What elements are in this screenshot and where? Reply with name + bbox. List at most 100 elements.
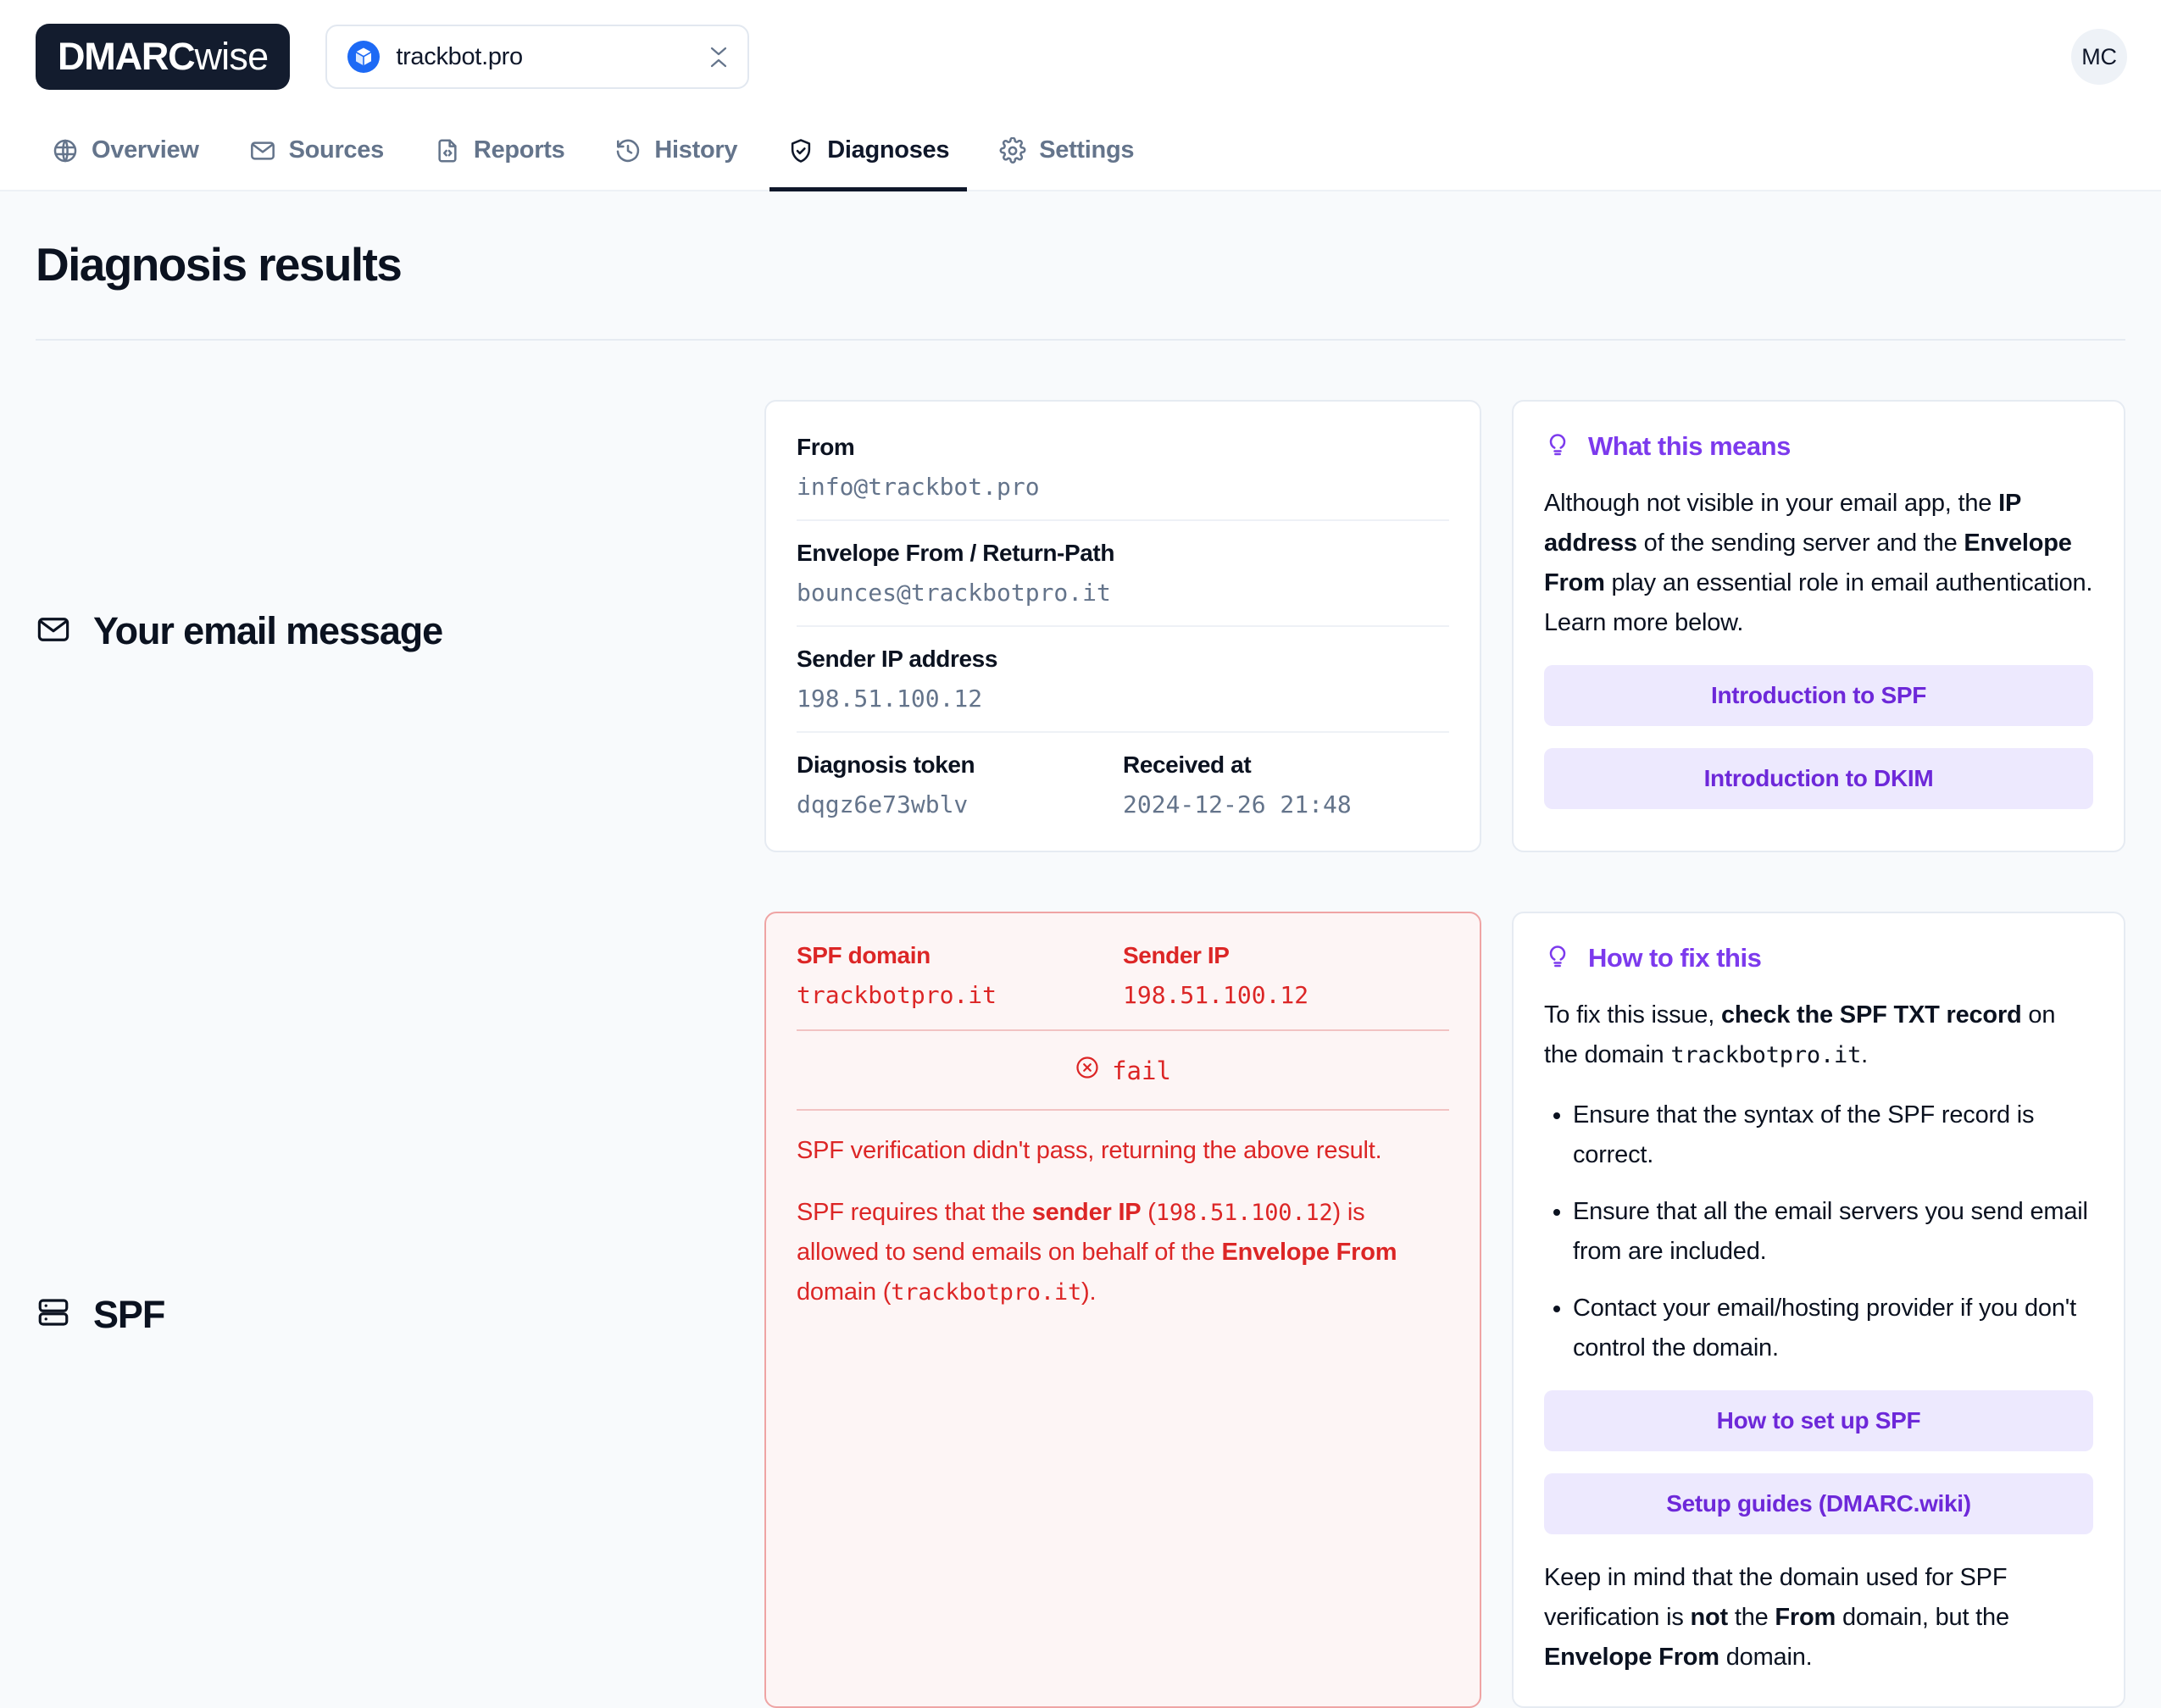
how-to-set-up-spf-button[interactable]: How to set up SPF <box>1544 1389 2093 1451</box>
what-this-means-card: What this means Although not visible in … <box>1512 400 2125 852</box>
avatar[interactable]: MC <box>2071 29 2127 85</box>
field-from: From info@trackbot.pro <box>797 430 1449 519</box>
info-outro: Keep in mind that the domain used for SP… <box>1544 1558 2093 1678</box>
info-text: domain, but the <box>1836 1603 2009 1631</box>
spf-status-text: fail <box>1112 1056 1171 1085</box>
nav-item-sources[interactable]: Sources <box>231 114 402 191</box>
field-label: Diagnosis token <box>797 751 975 778</box>
globe-icon <box>52 137 79 164</box>
nav-label: Sources <box>288 136 385 164</box>
logo-text-strong: DMARC <box>58 35 196 78</box>
file-code-icon <box>434 137 461 164</box>
field-value: 198.51.100.12 <box>1123 981 1309 1009</box>
section-email-message: Your email message From info@trackbot.pr… <box>36 400 2125 852</box>
field-value: bounces@trackbotpro.it <box>797 579 1111 607</box>
nav-item-history[interactable]: History <box>597 114 755 191</box>
info-paragraph: To fix this issue, check the SPF TXT rec… <box>1544 995 2093 1075</box>
info-bold: not <box>1690 1603 1728 1631</box>
spf-bold: Envelope From <box>1221 1238 1397 1266</box>
info-body: Although not visible in your email app, … <box>1544 484 2093 643</box>
fix-bullet-list: Ensure that the syntax of the SPF record… <box>1544 1095 2093 1368</box>
nav-item-settings[interactable]: Settings <box>981 114 1152 191</box>
field-received-at: Received at 2024-12-26 21:48 <box>1123 751 1449 818</box>
grid-gap <box>1481 400 1512 852</box>
spf-mono: trackbotpro.it <box>891 1278 1082 1306</box>
field-label: Sender IP <box>1123 942 1230 968</box>
info-text: play an essential role in email authenti… <box>1544 568 2093 636</box>
info-header: How to fix this <box>1544 942 2093 973</box>
field-label: Received at <box>1123 751 1252 778</box>
cube-icon <box>347 41 381 73</box>
lightbulb-icon <box>1544 942 1571 973</box>
divider <box>797 1109 1449 1111</box>
x-circle-icon <box>1075 1055 1100 1087</box>
domain-selector-value: trackbot.pro <box>396 42 523 70</box>
info-paragraph: Although not visible in your email app, … <box>1544 484 2093 643</box>
info-paragraph: Keep in mind that the domain used for SP… <box>1544 1558 2093 1678</box>
logo-text-light: wise <box>194 35 269 78</box>
gear-icon <box>999 136 1026 164</box>
section-spf: SPF SPF domain trackbotpro.it Sender IP … <box>36 912 2125 1708</box>
domain-selector[interactable]: trackbot.pro <box>325 25 750 89</box>
field-value: trackbotpro.it <box>797 981 997 1009</box>
info-text: . <box>1861 1040 1868 1068</box>
info-body: To fix this issue, check the SPF TXT rec… <box>1544 995 2093 1075</box>
field-value: 198.51.100.12 <box>797 685 983 713</box>
field-label: SPF domain <box>797 942 931 968</box>
field-label: Sender IP address <box>797 646 998 672</box>
info-bold: Envelope From <box>1544 1643 1719 1671</box>
spf-result-header: SPF domain trackbotpro.it Sender IP 198.… <box>797 942 1449 1009</box>
spf-text: ). <box>1081 1278 1097 1306</box>
spf-text: SPF requires that the <box>797 1198 1032 1226</box>
list-item: Contact your email/hosting provider if y… <box>1573 1289 2093 1368</box>
info-text: domain. <box>1719 1643 1813 1671</box>
info-bold: From <box>1775 1603 1836 1631</box>
spf-text: ( <box>1141 1198 1156 1226</box>
spf-result-card: SPF domain trackbotpro.it Sender IP 198.… <box>764 912 1481 1708</box>
nav-label: History <box>654 136 738 164</box>
top-bar: DMARC wise trackbot.pro MC <box>0 0 2161 114</box>
field-value: 2024-12-26 21:48 <box>1123 790 1352 818</box>
spf-paragraph: SPF requires that the sender IP (198.51.… <box>797 1193 1449 1312</box>
setup-guides-button[interactable]: Setup guides (DMARC.wiki) <box>1544 1472 2093 1534</box>
info-mono: trackbotpro.it <box>1670 1041 1862 1068</box>
main-nav: Overview Sources Reports History Diagnos… <box>0 114 2161 191</box>
section-header-spf: SPF <box>36 912 764 1708</box>
field-value: info@trackbot.pro <box>797 473 1040 501</box>
shield-check-icon <box>787 137 814 164</box>
nav-label: Overview <box>92 136 199 164</box>
nav-label: Reports <box>473 136 565 164</box>
section-title: SPF <box>93 1292 165 1336</box>
nav-item-diagnoses[interactable]: Diagnoses <box>769 114 968 191</box>
field-label: From <box>797 434 855 460</box>
avatar-initials: MC <box>2081 43 2117 69</box>
spf-text: domain ( <box>797 1278 892 1306</box>
server-stack-icon <box>36 1295 71 1334</box>
page-title: Diagnosis results <box>36 238 403 291</box>
field-token-received: Diagnosis token dqgz6e73wblv Received at… <box>797 731 1449 822</box>
introduction-to-spf-button[interactable]: Introduction to SPF <box>1544 664 2093 726</box>
nav-item-reports[interactable]: Reports <box>416 114 582 191</box>
spf-mono: 198.51.100.12 <box>1155 1199 1333 1226</box>
app-logo[interactable]: DMARC wise <box>36 24 291 90</box>
field-label: Envelope From / Return-Path <box>797 540 1115 566</box>
info-text: To fix this issue, <box>1544 1001 1721 1029</box>
nav-item-overview[interactable]: Overview <box>34 114 217 191</box>
how-to-fix-card: How to fix this To fix this issue, check… <box>1512 912 2125 1708</box>
nav-label: Diagnoses <box>827 136 950 164</box>
clock-rewind-icon <box>614 137 642 164</box>
spf-bold: sender IP <box>1031 1198 1142 1226</box>
spf-sender-ip-field: Sender IP 198.51.100.12 <box>1123 942 1449 1009</box>
title-divider <box>36 339 2125 341</box>
lightbulb-icon <box>1544 430 1571 462</box>
nav-label: Settings <box>1039 136 1135 164</box>
divider <box>797 1029 1449 1031</box>
info-text: Although not visible in your email app, … <box>1544 490 1999 517</box>
page-content: Diagnosis results Your email message Fro… <box>0 237 2161 1708</box>
info-header: What this means <box>1544 430 2093 462</box>
field-envelope-from: Envelope From / Return-Path bounces@trac… <box>797 519 1449 625</box>
spf-status-badge: fail <box>797 1051 1449 1089</box>
section-title: Your email message <box>93 609 443 652</box>
grid-gap <box>1481 912 1512 1708</box>
introduction-to-dkim-button[interactable]: Introduction to DKIM <box>1544 747 2093 809</box>
